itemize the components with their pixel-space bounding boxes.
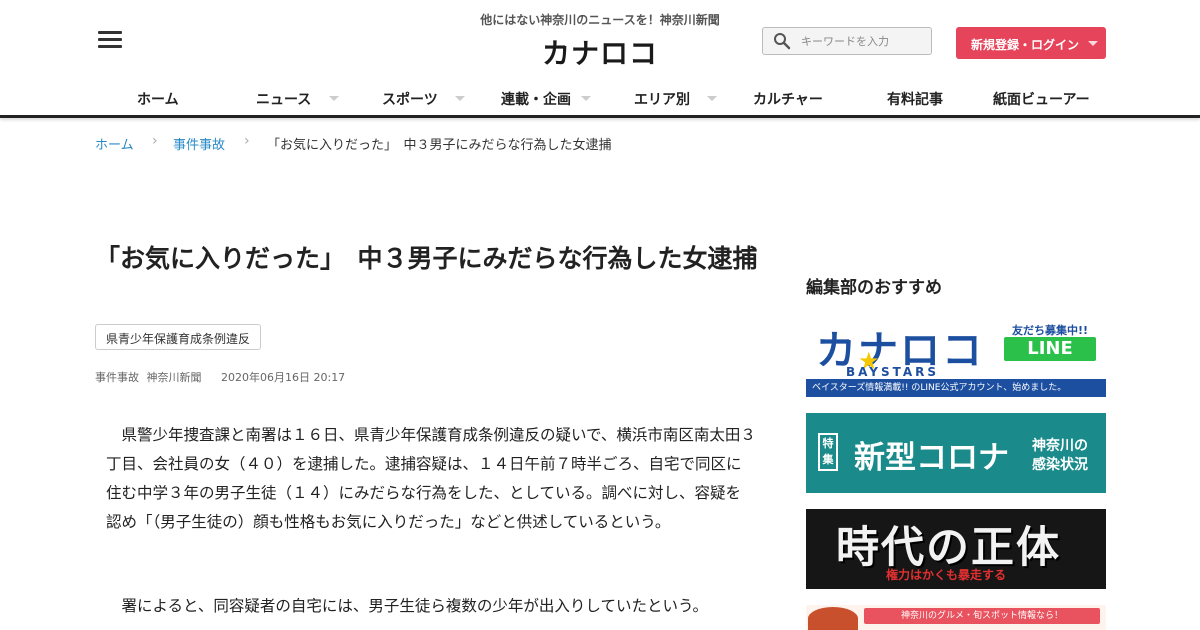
- banner-gourmet[interactable]: 神奈川のグルメ・旬スポット情報なら！: [806, 605, 1106, 630]
- banner-subtitle: 感染状況: [1032, 457, 1088, 473]
- chevron-right-icon: ›: [244, 133, 250, 149]
- line-badge: LINE: [1004, 337, 1096, 361]
- sidebar-heading: 編集部のおすすめ: [806, 278, 942, 298]
- article-title: 「お気に入りだった」 中３男子にみだらな行為した女逮捕: [95, 244, 758, 273]
- nav-item-sports[interactable]: スポーツ: [382, 89, 438, 109]
- meta-source: 神奈川新聞: [146, 371, 202, 384]
- food-image: [808, 607, 858, 630]
- banner-subtitle: BAYSTARS: [846, 365, 940, 379]
- banner-jidai-no-shotai[interactable]: 時代の正体 権力はかくも暴走する: [806, 509, 1106, 589]
- meta-category: 事件事故: [95, 371, 139, 384]
- site-header: 他にはない神奈川のニュースを！神奈川新聞 カナロコ 新規登録・ログイン ホーム …: [0, 0, 1200, 118]
- breadcrumb-category[interactable]: 事件事故: [173, 134, 225, 153]
- article-paragraph: 県警少年捜査課と南署は１６日、県青少年保護育成条例違反の疑いで、横浜市南区南太田…: [106, 426, 756, 531]
- breadcrumb-current: 「お気に入りだった」 中３男子にみだらな行為した女逮捕: [267, 138, 612, 153]
- nav-item-home[interactable]: ホーム: [137, 89, 179, 109]
- nav-item-news[interactable]: ニュース: [256, 89, 311, 109]
- nav-item-series[interactable]: 連載・企画: [501, 89, 571, 109]
- nav-item-viewer[interactable]: 紙面ビューアー: [993, 89, 1090, 109]
- meta-date: 2020年06月16日 20:17: [221, 371, 346, 384]
- chevron-down-icon: [455, 96, 465, 101]
- nav-item-culture[interactable]: カルチャー: [753, 89, 823, 109]
- global-nav: ホーム ニュース スポーツ 連載・企画 エリア別 カルチャー 有料記事 紙面ビュ…: [95, 80, 1106, 116]
- chevron-down-icon: [1088, 41, 1098, 46]
- chevron-down-icon: [707, 96, 717, 101]
- banner-kanaloco-line[interactable]: カナロコ ★ 友だち募集中!! LINE BAYSTARS ベイスターズ情報満載…: [806, 317, 1106, 397]
- banner-corona[interactable]: 特集 新型コロナ 神奈川の 感染状況: [806, 413, 1106, 493]
- site-tagline: 他にはない神奈川のニュースを！神奈川新聞: [480, 13, 720, 27]
- chevron-down-icon: [581, 96, 591, 101]
- banner-strip: 神奈川のグルメ・旬スポット情報なら！: [864, 608, 1100, 624]
- chevron-right-icon: ›: [152, 133, 158, 149]
- banner-subtitle: 権力はかくも暴走する: [886, 568, 1007, 582]
- nav-item-premium[interactable]: 有料記事: [887, 89, 943, 109]
- login-button-label: 新規登録・ログイン: [971, 38, 1080, 52]
- search-icon[interactable]: [773, 32, 791, 50]
- feature-badge: 特集: [818, 433, 838, 471]
- article-tag[interactable]: 県青少年保護育成条例違反: [95, 324, 262, 350]
- article-meta: 事件事故 神奈川新聞 2020年06月16日 20:17: [95, 369, 349, 385]
- banner-badge: 友だち募集中!!: [1012, 324, 1089, 337]
- article-paragraph: 署によると、同容疑者の自宅には、男子生徒ら複数の少年が出入りしていたという。: [121, 597, 709, 615]
- banner-subtitle: 神奈川の: [1032, 438, 1088, 454]
- login-button[interactable]: 新規登録・ログイン: [956, 27, 1106, 59]
- chevron-down-icon: [329, 96, 339, 101]
- search-input[interactable]: [801, 32, 926, 50]
- breadcrumb-home[interactable]: ホーム: [95, 134, 134, 153]
- banner-title: 新型コロナ: [854, 440, 1009, 476]
- nav-item-area[interactable]: エリア別: [634, 89, 690, 109]
- search-box: [762, 27, 932, 55]
- banner-strip: ベイスターズ情報満載!! のLINE公式アカウント、始めました。: [806, 379, 1106, 397]
